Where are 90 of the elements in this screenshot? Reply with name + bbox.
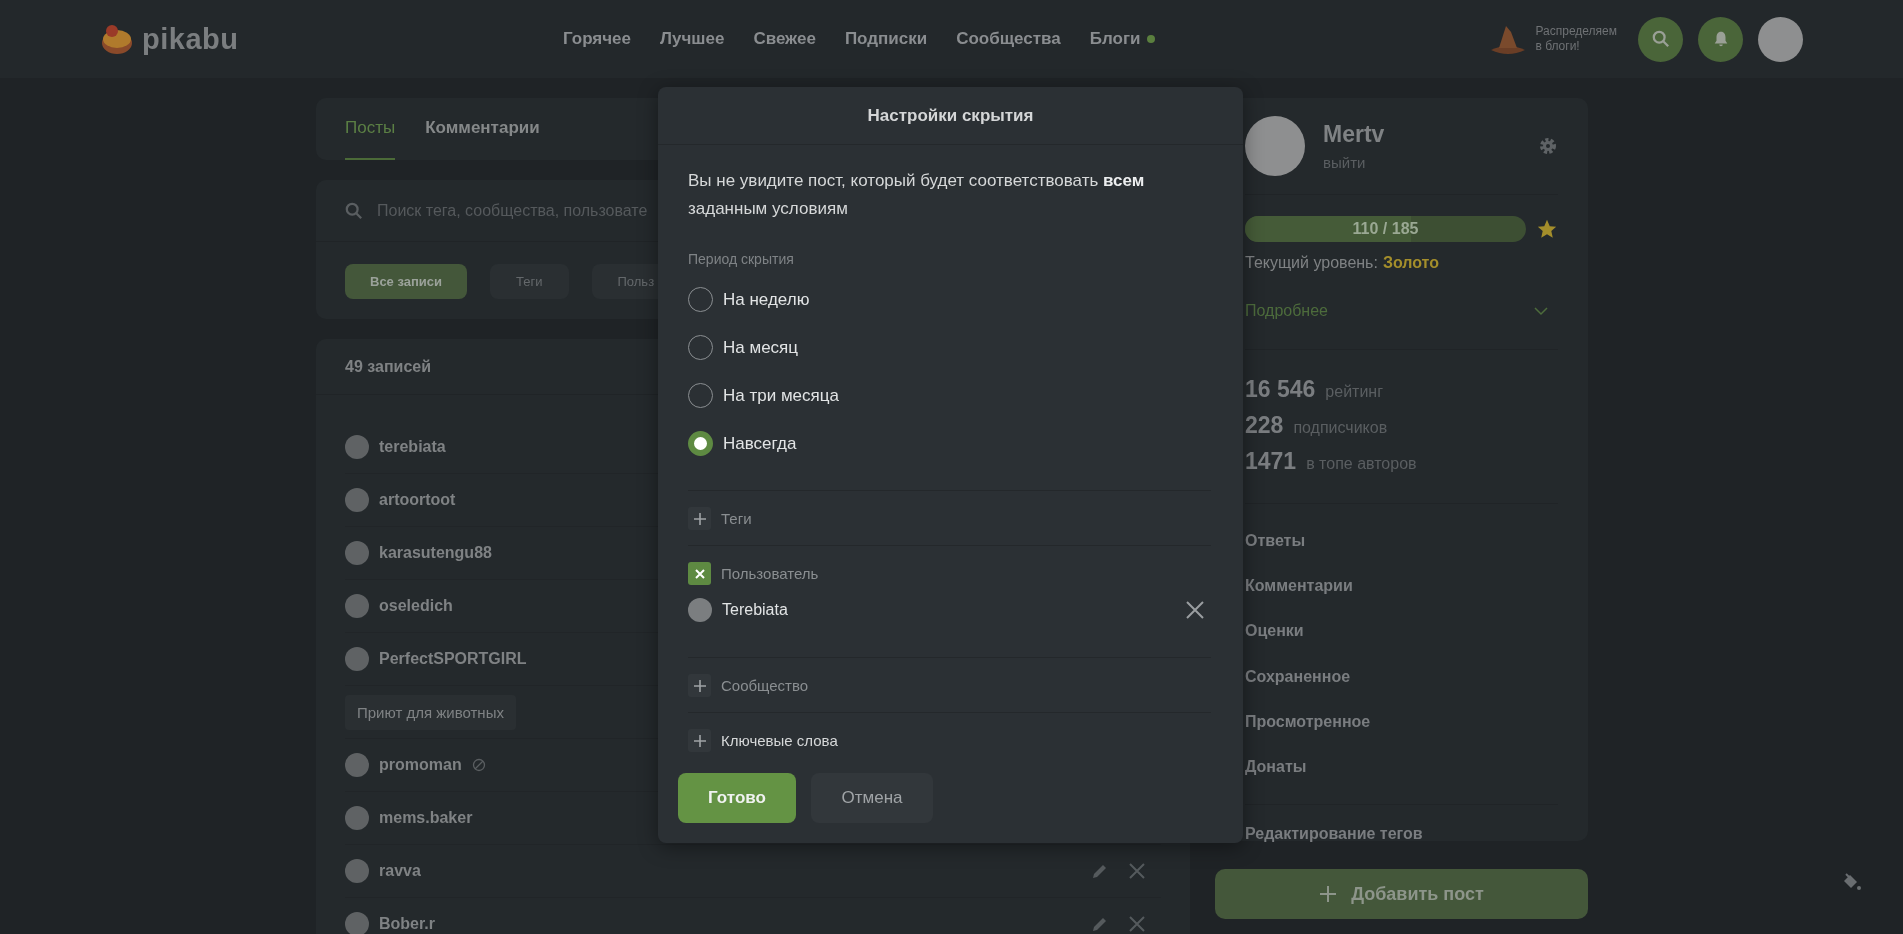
search-button[interactable] [1638,16,1683,62]
radio-label[interactable]: На неделю [723,289,810,310]
promo-text: Распределяем [1535,24,1617,39]
more-link[interactable]: Подробнее [1245,301,1328,320]
tab[interactable]: Комментарии [425,98,540,160]
plus-icon [692,733,707,748]
remove-button[interactable] [1185,600,1205,620]
profile-name[interactable]: Mertv [1323,121,1520,148]
filter-chip[interactable]: Теги [490,264,569,299]
nav-link[interactable]: Блоги [1089,29,1155,49]
stat-value: 1471 [1245,448,1297,475]
checkbox[interactable] [688,562,711,585]
add-button[interactable] [688,507,711,530]
add-post-button[interactable]: Добавить пост [1215,869,1588,919]
dialog-description: Вы не увидите пост, который будет соответствовать всем заданным условиям [688,170,1146,220]
plus-icon [1319,885,1338,903]
user-name[interactable]: artoortoot [379,491,456,509]
star-icon [1536,218,1558,240]
user-name[interactable]: oseledich [379,597,453,615]
profile-menu-item[interactable]: Ответы [1245,518,1558,564]
cancel-button[interactable]: Отмена [811,773,933,823]
pencil-icon[interactable] [1091,915,1109,933]
records-count: 49 записей [345,357,431,376]
close-icon [1185,600,1205,620]
user-name[interactable]: PerfectSPORTGIRL [379,650,527,668]
profile-menu-item[interactable]: Оценки [1245,608,1558,654]
user-name[interactable]: ravva [379,862,421,880]
user-name[interactable]: Bober.r [379,915,435,933]
tab[interactable]: Посты [345,98,396,160]
profile-menu-item[interactable]: Комментарии [1245,563,1558,609]
radio-button[interactable] [688,431,713,456]
close-icon [693,567,706,580]
dialog-title: Настройки скрытия [867,105,1034,126]
profile-menu-item[interactable]: Просмотренное [1245,699,1558,745]
pencil-icon[interactable] [1091,862,1109,880]
delete-icon[interactable] [1127,914,1147,934]
user-name[interactable]: mems.baker [379,809,473,827]
add-button[interactable] [688,674,711,697]
section-label[interactable]: Сообщество [721,677,809,694]
add-button[interactable] [688,729,711,752]
logo-text[interactable]: pikabu [142,22,239,56]
section-label[interactable]: Теги [721,510,752,527]
user-avatar[interactable] [1758,16,1803,62]
progress-bar: 110 / 185 [1245,216,1526,242]
user-avatar [688,598,712,622]
user-avatar [345,859,369,883]
period-label: Период скрытия [688,251,795,267]
user-avatar [345,753,369,777]
profile-menu-item[interactable]: Сохраненное [1245,653,1558,700]
filter-chip[interactable]: Все записи [345,264,468,299]
user-avatar [345,806,369,830]
level-label: Текущий уровень: [1245,254,1378,272]
plus-icon [692,511,707,526]
nav-link[interactable]: Сообщества [956,29,1061,49]
search-icon [345,201,363,220]
user-name[interactable]: terebiata [379,438,446,456]
delete-icon[interactable] [1127,861,1147,881]
level-value: Золото [1382,254,1439,272]
user-avatar [345,488,369,512]
plus-icon [692,678,707,693]
nav-link[interactable]: Горячее [563,29,632,49]
profile-avatar[interactable] [1245,116,1305,176]
user-avatar [345,912,369,934]
radio-label[interactable]: На месяц [723,337,799,358]
user-avatar [345,594,369,618]
user-avatar [345,435,369,459]
promo-text: в блоги! [1535,39,1581,54]
settings-icon[interactable] [1538,136,1558,156]
section-label[interactable]: Ключевые слова [721,732,838,749]
chevron-down-icon[interactable] [1534,305,1548,316]
logo-icon [100,22,134,56]
nav-link[interactable]: Лучшее [660,29,725,49]
stat-value: 228 [1245,412,1284,439]
notifications-button[interactable] [1698,16,1743,62]
user-name[interactable]: promoman [379,756,462,774]
nav-link[interactable]: Подписки [844,29,928,49]
edit-tags-link[interactable]: Редактирование тегов [1245,804,1558,843]
selected-user-name: Terebiata [722,601,789,619]
radio-label[interactable]: Навсегда [723,433,797,454]
stat-value: 16 546 [1245,376,1316,403]
done-button[interactable]: Готово [678,773,796,823]
user-avatar [345,647,369,671]
user-name[interactable]: karasutengu88 [379,544,492,562]
community-tag[interactable]: Приют для животных [345,694,516,730]
section-label[interactable]: Пользователь [721,565,819,582]
radio-label[interactable]: На три месяца [723,385,839,406]
profile-menu-item[interactable]: Донаты [1245,744,1558,790]
search-icon [1651,30,1670,48]
nav-link[interactable]: Свежее [753,29,816,49]
user-avatar [345,541,369,565]
